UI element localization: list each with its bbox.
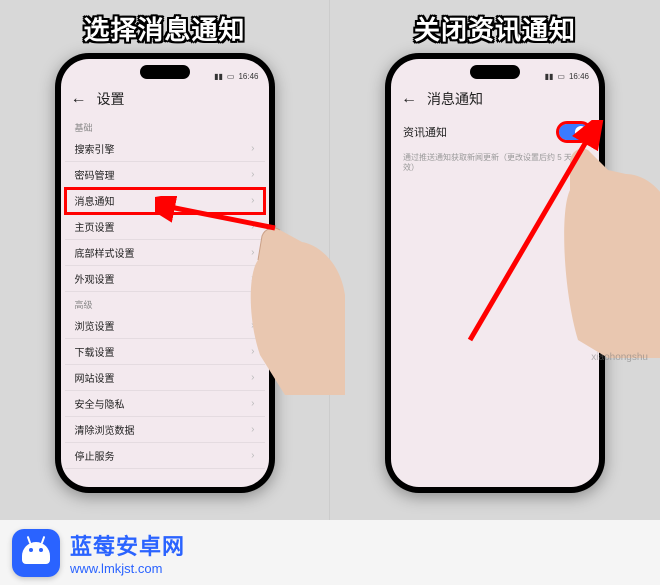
footer-text: 蓝莓安卓网 www.lmkjst.com <box>70 529 185 576</box>
footer-branding: 蓝莓安卓网 www.lmkjst.com <box>0 520 660 585</box>
chevron-right-icon: › <box>251 424 254 435</box>
panel-right: 关闭资讯通知 ▮▮ ▭ 16:46 ← 消息通知 资讯通知 <box>330 0 660 520</box>
battery-icon: ▭ <box>227 72 235 81</box>
section-label: 高级 <box>65 292 265 313</box>
list-item[interactable]: 底部样式设置 › <box>65 240 265 266</box>
settings-list[interactable]: 基础 搜索引擎 › 密码管理 › 消息通知 › 主页设置 › 底部样式设置 › 外观设置 ›… <box>61 115 269 487</box>
signal-icon: ▮▮ <box>214 72 223 81</box>
back-icon[interactable]: ← <box>401 91 417 107</box>
list-item[interactable]: 搜索引擎 › <box>65 136 265 162</box>
row-label: 主页设置 <box>75 219 115 234</box>
chevron-right-icon: › <box>251 346 254 357</box>
status-time: 16:46 <box>569 72 589 81</box>
caption-left: 选择消息通知 <box>83 10 245 47</box>
row-label: 清除浏览数据 <box>75 422 135 437</box>
list-item[interactable]: 停止服务 › <box>65 443 265 469</box>
page-title: 消息通知 <box>427 89 483 109</box>
phone-mockup-right: ▮▮ ▭ 16:46 ← 消息通知 资讯通知 通过推送通知获取新闻更新（更改设置… <box>385 53 605 493</box>
camera-notch <box>140 65 190 79</box>
row-label: 网站设置 <box>75 370 115 385</box>
chevron-right-icon: › <box>251 450 254 461</box>
list-item[interactable]: 安全与隐私 › <box>65 391 265 417</box>
list-item[interactable]: 浏览设置 › <box>65 313 265 339</box>
chevron-right-icon: › <box>251 143 254 154</box>
section-label: 基础 <box>65 115 265 136</box>
brand-url: www.lmkjst.com <box>70 561 185 576</box>
row-label: 搜索引擎 <box>75 141 115 156</box>
row-label: 消息通知 <box>75 193 115 208</box>
chevron-right-icon: › <box>251 320 254 331</box>
row-label: 安全与隐私 <box>75 396 125 411</box>
status-time: 16:46 <box>238 72 258 81</box>
chevron-right-icon: › <box>251 273 254 284</box>
chevron-right-icon: › <box>251 247 254 258</box>
toggle-label: 资讯通知 <box>403 124 447 140</box>
toggle-knob <box>575 126 587 138</box>
chevron-right-icon: › <box>251 169 254 180</box>
list-item[interactable]: 下载设置 › <box>65 339 265 365</box>
chevron-right-icon: › <box>251 221 254 232</box>
news-toggle[interactable] <box>559 124 589 140</box>
battery-icon: ▭ <box>557 72 565 81</box>
chevron-right-icon: › <box>251 372 254 383</box>
toggle-description: 通过推送通知获取新闻更新（更改设置后约 5 天生效） <box>391 149 599 178</box>
list-item[interactable]: 主页设置 › <box>65 214 265 240</box>
row-label: 密码管理 <box>75 167 115 182</box>
brand-title: 蓝莓安卓网 <box>70 529 185 561</box>
list-item-message-notifications[interactable]: 消息通知 › <box>65 188 265 214</box>
list-item[interactable]: 网站设置 › <box>65 365 265 391</box>
panel-left: 选择消息通知 ▮▮ ▭ 16:46 ← 设置 基础 搜索引擎 › 密码管理 › 消息… <box>0 0 330 520</box>
brand-logo-icon <box>12 529 60 577</box>
page-title: 设置 <box>97 89 125 109</box>
back-icon[interactable]: ← <box>71 91 87 107</box>
row-label: 下载设置 <box>75 344 115 359</box>
camera-notch <box>470 65 520 79</box>
toggle-row-news: 资讯通知 <box>391 115 599 149</box>
row-label: 停止服务 <box>75 448 115 463</box>
row-label: 底部样式设置 <box>75 245 135 260</box>
caption-right: 关闭资讯通知 <box>414 10 576 47</box>
list-item[interactable]: 密码管理 › <box>65 162 265 188</box>
signal-icon: ▮▮ <box>545 72 554 81</box>
phone-mockup-left: ▮▮ ▭ 16:46 ← 设置 基础 搜索引擎 › 密码管理 › 消息通知 › 主页设… <box>55 53 275 493</box>
list-item[interactable]: 清除浏览数据 › <box>65 417 265 443</box>
chevron-right-icon: › <box>251 195 254 206</box>
screen-left: ▮▮ ▭ 16:46 ← 设置 基础 搜索引擎 › 密码管理 › 消息通知 › 主页设… <box>61 59 269 487</box>
row-label: 浏览设置 <box>75 318 115 333</box>
chevron-right-icon: › <box>251 398 254 409</box>
screen-header: ← 设置 <box>61 83 269 115</box>
list-item[interactable]: 外观设置 › <box>65 266 265 292</box>
row-label: 外观设置 <box>75 271 115 286</box>
screen-right: ▮▮ ▭ 16:46 ← 消息通知 资讯通知 通过推送通知获取新闻更新（更改设置… <box>391 59 599 487</box>
screen-header: ← 消息通知 <box>391 83 599 115</box>
